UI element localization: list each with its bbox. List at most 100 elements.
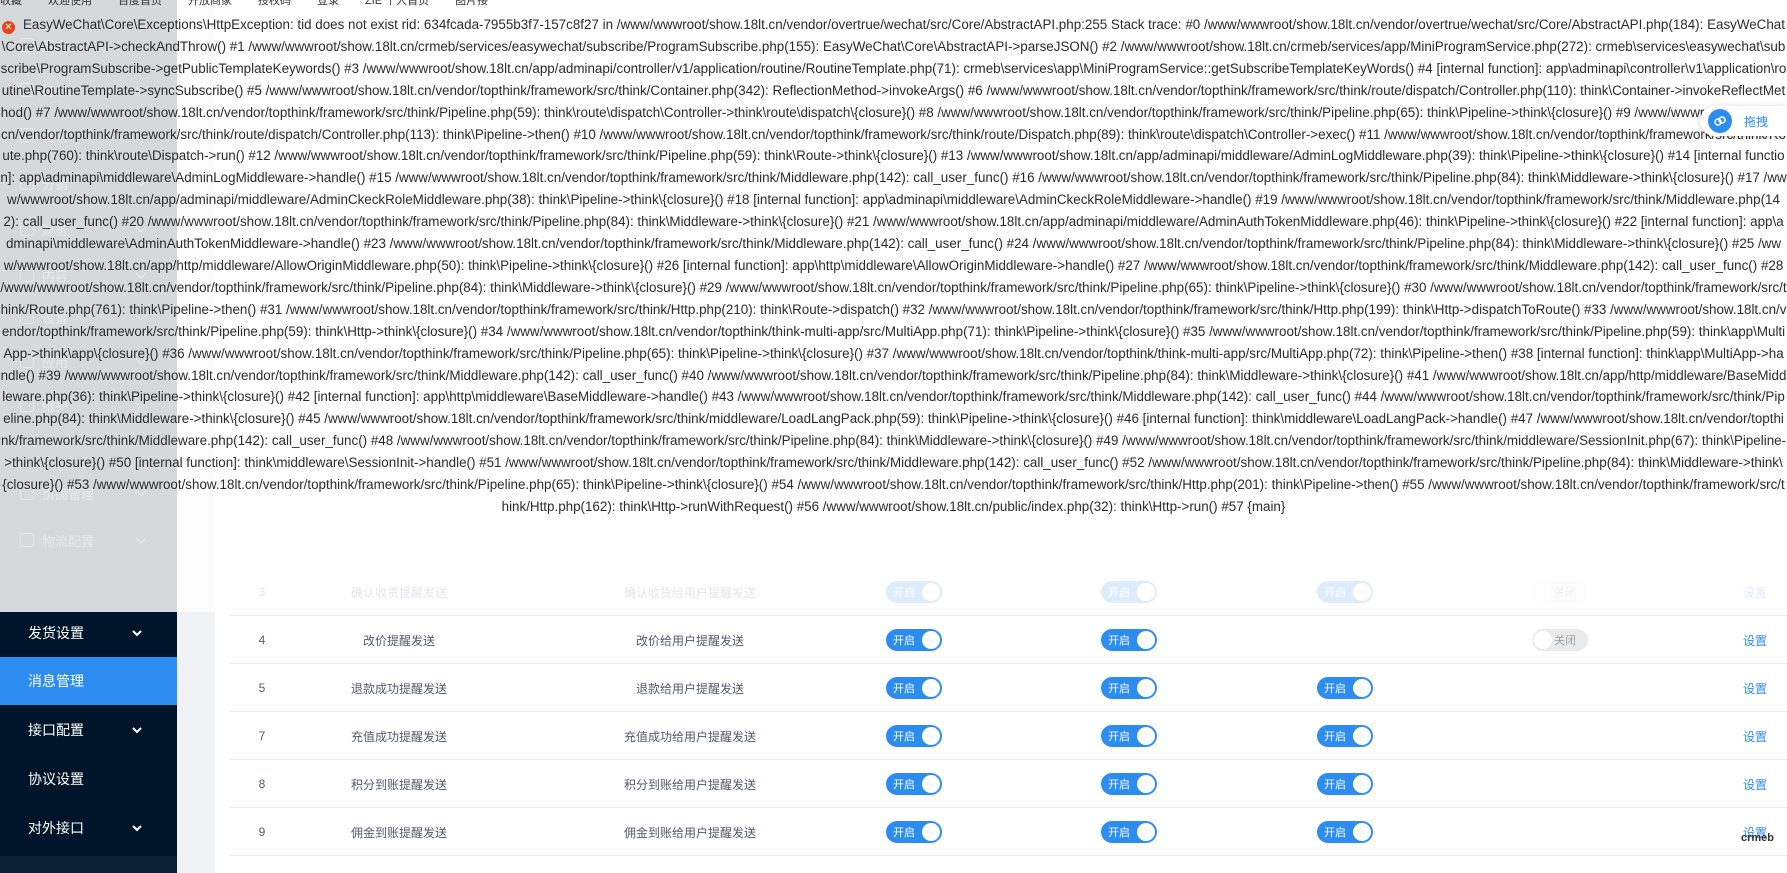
row-title: 积分到账提醒发送 [350,777,447,792]
settings-link[interactable]: 设置 [1730,712,1780,760]
switch-cell: 关闭 [1530,616,1590,664]
toggle-label: 开启 [1108,635,1130,647]
switch-cell: 开启 [1315,760,1375,808]
settings-link[interactable]: 设置 [1730,616,1780,664]
toggle-label: 开启 [1324,683,1346,695]
toggle-knob [1137,727,1155,745]
switch-cell [1315,616,1375,664]
switch-cell [1530,760,1590,808]
toggle-knob [1534,631,1552,649]
toggle-switch[interactable]: 开启 [886,773,942,795]
toggle-switch[interactable]: 开启 [886,677,942,699]
error-message: ✕ EasyWeChat\Core\Exceptions\HttpExceptio… [0,14,1787,518]
switch-cell: 开启 [1315,664,1375,712]
chevron-down-icon [129,820,145,836]
sidebar-item[interactable]: 发货设置 [0,609,177,657]
switch-cell: 开启 [1099,808,1159,856]
sidebar-item[interactable]: 对外接口 [0,804,177,852]
row-id: 4 [258,633,266,647]
row-title: 退款成功提醒发送 [350,681,447,696]
toggle-label: 开启 [1108,779,1130,791]
switch-cell: 开启 [884,808,944,856]
toggle-switch[interactable]: 开启 [1317,677,1373,699]
toggle-knob [922,679,940,697]
sidebar-item-label: 协议设置 [28,771,84,787]
toggle-knob [922,727,940,745]
toggle-knob [1137,679,1155,697]
cloud-icon [1708,109,1732,133]
toggle-switch[interactable]: 开启 [886,821,942,843]
toggle-switch[interactable]: 开启 [886,725,942,747]
row-title: 改价提醒发送 [362,633,435,648]
switch-cell [1530,664,1590,712]
sidebar-bottom-strip [0,856,177,873]
toggle-knob [1353,679,1371,697]
row-title: 佣金到账提醒发送 [350,825,447,840]
toggle-switch[interactable]: 开启 [886,629,942,651]
toggle-label: 开启 [893,827,915,839]
switch-cell: 开启 [1099,760,1159,808]
row-id: 7 [258,729,266,743]
toggle-label: 开启 [1324,731,1346,743]
toggle-switch[interactable]: 开启 [1101,773,1157,795]
bookmark-item[interactable]: 图片接 [455,0,488,6]
toggle-knob [922,631,940,649]
crmeb-watermark: crmeb [1741,832,1775,844]
toggle-knob [1353,823,1371,841]
bookmark-item[interactable]: 欢迎使用 [48,0,92,6]
sidebar-item-label: 消息管理 [28,673,84,689]
sidebar-item[interactable]: 接口配置 [0,706,177,754]
error-overlay: 收藏 欢迎使用 百度首页 开放商家 授权码 登录 ZIE 个人首页 图片接 ✕ EasyWeCh… [0,0,1787,612]
app-root: 用户订单营销分销财务内容设置应用维护页面管理物流配置 发货设置消息管理接口配置协… [0,0,1787,873]
bookmarks-bar: 收藏 欢迎使用 百度首页 开放商家 授权码 登录 ZIE 个人首页 图片接 [0,0,1787,6]
settings-link[interactable]: 设置 [1730,760,1780,808]
switch-cell: 开启 [1099,616,1159,664]
switch-cell: 开启 [1099,664,1159,712]
bookmark-item[interactable]: ZIE 个人首页 [365,0,429,6]
settings-link[interactable]: 设置 [1730,664,1780,712]
switch-cell [1530,808,1590,856]
row-id: 9 [258,825,266,839]
bookmark-item[interactable]: 登录 [317,0,339,6]
drag-button[interactable]: 拖拽 [1700,106,1787,136]
toggle-label: 开启 [893,731,915,743]
table-row: 7 充值成功提醒发送 充值成功给用户提醒发送 开启 开启 开启 设置 [230,712,1787,760]
toggle-switch[interactable]: 开启 [1101,629,1157,651]
toggle-label: 开启 [893,779,915,791]
row-description: 佣金到账给用户提醒发送 [623,825,756,840]
sidebar-item[interactable]: 协议设置 [0,755,177,803]
drag-button-label: 拖拽 [1744,114,1769,129]
toggle-label: 开启 [1108,683,1130,695]
toggle-switch[interactable]: 开启 [1101,677,1157,699]
toggle-label: 关闭 [1554,635,1576,647]
table-row: 5 退款成功提醒发送 退款给用户提醒发送 开启 开启 开启 设置 [230,664,1787,712]
switch-cell: 开启 [884,616,944,664]
row-id: 5 [258,681,266,695]
toggle-knob [922,823,940,841]
toggle-label: 开启 [893,683,915,695]
toggle-knob [1353,775,1371,793]
toggle-switch[interactable]: 开启 [1317,773,1373,795]
toggle-switch[interactable]: 开启 [1101,821,1157,843]
error-message-text: EasyWeChat\Core\Exceptions\HttpException… [0,17,1787,514]
sidebar-item-label: 对外接口 [28,820,84,836]
toggle-switch[interactable]: 开启 [1317,725,1373,747]
toggle-knob [1137,775,1155,793]
chevron-down-icon [129,722,145,738]
toggle-knob [1137,631,1155,649]
bookmark-item[interactable]: 收藏 [0,0,22,6]
bookmark-item[interactable]: 百度首页 [118,0,162,6]
bookmark-item[interactable]: 授权码 [258,0,291,6]
sidebar-item-label: 接口配置 [28,722,84,738]
bookmark-item[interactable]: 开放商家 [188,0,232,6]
sidebar-item[interactable]: 消息管理 [0,657,177,705]
row-title: 充值成功提醒发送 [350,729,447,744]
row-description: 改价给用户提醒发送 [635,633,744,648]
table-row: 8 积分到账提醒发送 积分到账给用户提醒发送 开启 开启 开启 设置 [230,760,1787,808]
toggle-switch[interactable]: 开启 [1317,821,1373,843]
toggle-switch[interactable]: 开启 [1101,725,1157,747]
table-row: 4 改价提醒发送 改价给用户提醒发送 开启 开启 关闭 设置 [230,616,1787,664]
switch-cell: 开启 [884,664,944,712]
toggle-switch[interactable]: 关闭 [1532,629,1588,651]
row-id: 8 [258,777,266,791]
